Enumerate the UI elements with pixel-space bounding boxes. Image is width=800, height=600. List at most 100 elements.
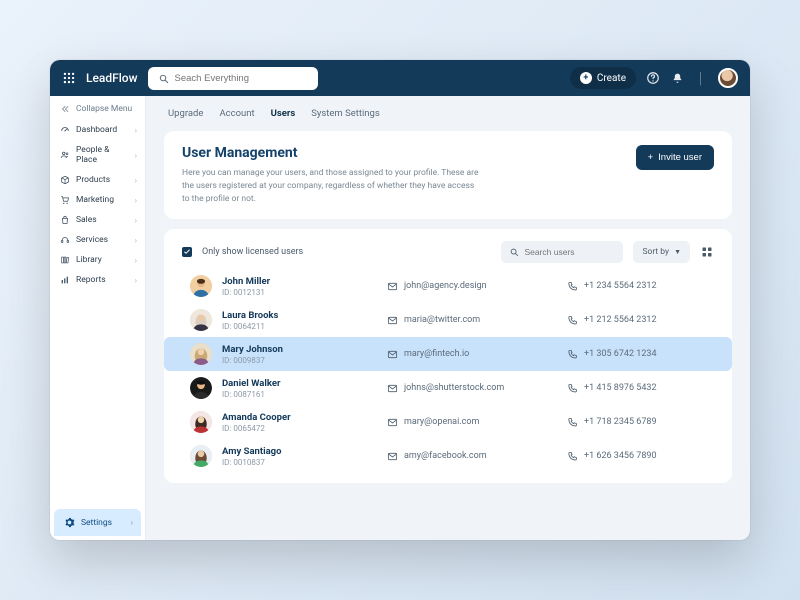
phone-icon [567, 315, 578, 326]
sidebar-item-services[interactable]: Services › [50, 230, 145, 250]
sidebar-item-label: Services [76, 235, 129, 245]
chevron-right-icon: › [131, 518, 133, 527]
user-phone: +1 212 5564 2312 [567, 315, 697, 326]
sidebar: Collapse Menu Dashboard › People & Place… [50, 96, 146, 540]
avatar [190, 343, 212, 365]
user-row[interactable]: Daniel Walker ID: 0087161 johns@shutters… [182, 371, 714, 405]
avatar [190, 445, 212, 467]
products-icon [60, 175, 70, 185]
phone-icon [567, 417, 578, 428]
search-users-input[interactable] [524, 247, 615, 257]
user-id: ID: 0010837 [222, 458, 377, 467]
caret-down-icon: ▼ [674, 248, 681, 256]
user-email: johns@shutterstock.com [387, 383, 557, 394]
sales-icon [60, 215, 70, 225]
avatar [190, 309, 212, 331]
user-row[interactable]: Amanda Cooper ID: 0065472 mary@openai.co… [182, 405, 714, 439]
avatar [190, 411, 212, 433]
page-description: Here you can manage your users, and thos… [182, 167, 482, 205]
user-id: ID: 0087161 [222, 390, 377, 399]
user-row[interactable]: Mary Johnson ID: 0009837 mary@fintech.io… [164, 337, 732, 371]
sidebar-item-dashboard[interactable]: Dashboard › [50, 120, 145, 140]
chevron-right-icon: › [135, 126, 137, 135]
global-search[interactable] [148, 67, 318, 90]
chevron-right-icon: › [135, 236, 137, 245]
tab-upgrade[interactable]: Upgrade [168, 108, 203, 119]
sidebar-item-label: Products [76, 175, 129, 185]
grid-view-icon[interactable] [700, 245, 714, 259]
sidebar-item-products[interactable]: Products › [50, 170, 145, 190]
user-id: ID: 0009837 [222, 356, 377, 365]
sidebar-item-marketing[interactable]: Marketing › [50, 190, 145, 210]
create-button[interactable]: + Create [570, 67, 636, 89]
user-phone: +1 718 2345 6789 [567, 417, 697, 428]
user-email: maria@twitter.com [387, 315, 557, 326]
phone-icon [567, 451, 578, 462]
avatar [190, 377, 212, 399]
bell-icon[interactable] [670, 71, 684, 85]
profile-avatar[interactable] [718, 68, 738, 88]
sidebar-item-label: Reports [76, 275, 129, 285]
licensed-checkbox[interactable] [182, 247, 192, 257]
chevron-right-icon: › [135, 256, 137, 265]
search-users[interactable] [501, 241, 623, 263]
sort-label: Sort by [642, 247, 669, 257]
user-name: Daniel Walker [222, 378, 377, 389]
tab-system-settings[interactable]: System Settings [311, 108, 380, 119]
sidebar-item-library[interactable]: Library › [50, 250, 145, 270]
create-label: Create [597, 73, 626, 84]
user-row[interactable]: Amy Santiago ID: 0010837 amy@facebook.co… [182, 439, 714, 473]
dashboard-icon [60, 125, 70, 135]
gear-icon [64, 517, 75, 528]
header-divider: │ [694, 71, 708, 85]
services-icon [60, 235, 70, 245]
sidebar-item-reports[interactable]: Reports › [50, 270, 145, 290]
invite-user-button[interactable]: + Invite user [636, 145, 714, 170]
collapse-menu[interactable]: Collapse Menu [50, 96, 145, 120]
phone-icon [567, 383, 578, 394]
app-window: LeadFlow + Create │ Collapse Menu Dashbo… [50, 60, 750, 540]
user-email: amy@facebook.com [387, 451, 557, 462]
user-email: mary@openai.com [387, 417, 557, 428]
sidebar-item-people[interactable]: People & Place › [50, 140, 145, 170]
search-icon [509, 247, 519, 257]
user-name: Amy Santiago [222, 446, 377, 457]
user-row[interactable]: John Miller ID: 0012131 john@agency.desi… [182, 269, 714, 303]
phone-icon [567, 281, 578, 292]
mail-icon [387, 281, 398, 292]
phone-icon [567, 349, 578, 360]
sidebar-item-label: Marketing [76, 195, 129, 205]
chevron-right-icon: › [135, 176, 137, 185]
user-id: ID: 0064211 [222, 322, 377, 331]
sidebar-item-sales[interactable]: Sales › [50, 210, 145, 230]
mail-icon [387, 315, 398, 326]
plus-icon: + [648, 152, 654, 163]
user-name: Mary Johnson [222, 344, 377, 355]
sidebar-item-label: Sales [76, 215, 129, 225]
tab-account[interactable]: Account [219, 108, 254, 119]
user-name: John Miller [222, 276, 377, 287]
mail-icon [387, 451, 398, 462]
sort-button[interactable]: Sort by ▼ [633, 241, 690, 263]
user-phone: +1 415 8976 5432 [567, 383, 697, 394]
reports-icon [60, 275, 70, 285]
main-content: Upgrade Account Users System Settings Us… [146, 96, 750, 540]
brand-name: LeadFlow [86, 71, 138, 85]
avatar [190, 275, 212, 297]
library-icon [60, 255, 70, 265]
plus-icon: + [580, 72, 592, 84]
user-row[interactable]: Laura Brooks ID: 0064211 maria@twitter.c… [182, 303, 714, 337]
sidebar-item-label: Library [76, 255, 129, 265]
tab-users[interactable]: Users [271, 108, 296, 119]
global-search-input[interactable] [175, 73, 308, 84]
page-header-card: User Management Here you can manage your… [164, 131, 732, 219]
licensed-checkbox-label: Only show licensed users [202, 247, 303, 257]
subnav: Upgrade Account Users System Settings [164, 106, 732, 121]
invite-label: Invite user [658, 152, 702, 163]
apps-icon[interactable] [62, 71, 76, 85]
user-id: ID: 0065472 [222, 424, 377, 433]
user-list: John Miller ID: 0012131 john@agency.desi… [182, 269, 714, 473]
sidebar-settings[interactable]: Settings › [54, 509, 141, 536]
page-title: User Management [182, 145, 482, 161]
help-icon[interactable] [646, 71, 660, 85]
